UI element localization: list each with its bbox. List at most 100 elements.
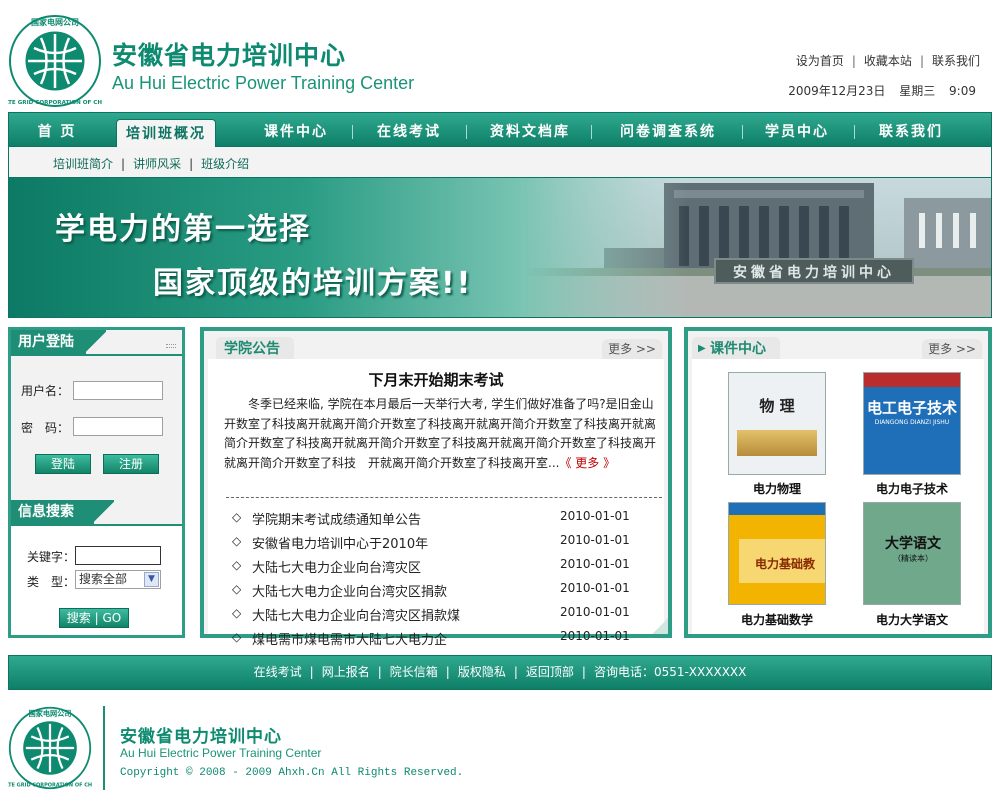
footer-phone: 咨询电话：0551-XXXXXXX [593,665,747,679]
contact-link[interactable]: 联系我们 [932,54,980,68]
type-select-value: 搜索全部 [79,572,128,586]
subnav-class-intro[interactable]: 培训班简介 [53,157,113,171]
username-input[interactable] [73,381,163,400]
footer-back-to-top[interactable]: 返回顶部 [526,665,574,679]
sub-nav: 培训班简介 | 讲师风采 | 班级介绍 [8,147,992,177]
footer-divider [103,706,105,790]
password-label: 密 码： [21,421,70,435]
news-date: 2010-01-01 [560,605,630,619]
search-title: 信息搜索 [11,500,94,524]
nav-separator [854,125,855,139]
svg-text:国家电网公司: 国家电网公司 [31,17,79,27]
set-homepage-link[interactable]: 设为首页 [796,54,844,68]
footer-online-exam[interactable]: 在线考试 [254,665,302,679]
course-more-link[interactable]: 更多 >> [922,339,982,359]
nav-document-library[interactable]: 资料文档库 [475,113,585,148]
notice-body-more-link[interactable]: 《 更多 》 [559,456,615,470]
news-item[interactable]: ◇ 大陆七大电力企业向台湾灾区 2010-01-01 [232,557,632,577]
type-select[interactable]: 搜索全部 ▼ [75,570,161,589]
nav-courseware[interactable]: 课件中心 [249,113,343,148]
book-caption[interactable]: 电力基础数学 [717,611,837,628]
bookmark-link[interactable]: 收藏本站 [864,54,912,68]
notice-content: 下月末开始期末考试 冬季已经来临, 学院在本月最后一天举行大考, 学生们做好准备… [208,359,664,648]
campus-photo [524,178,991,317]
footer-register[interactable]: 网上报名 [322,665,370,679]
nav-student-center[interactable]: 学员中心 [749,113,845,148]
svg-text:国家电网公司: 国家电网公司 [29,709,72,718]
register-button[interactable]: 注册 [103,454,159,474]
book-caption[interactable]: 电力大学语文 [852,611,972,628]
notice-more-link[interactable]: 更多 >> [602,339,662,359]
nav-survey-system[interactable]: 问卷调查系统 [599,113,737,148]
footer-links: 在线考试 | 网上报名 | 院长信箱 | 版权隐私 | 返回顶部 | 咨询电话：0551-XXXXX… [8,655,992,690]
decor-dots [166,344,176,348]
notice-panel: 学院公告 更多 >> 下月末开始期末考试 冬季已经来临, 学院在本月最后一天举行… [200,327,672,648]
site-title-en: Au Hui Electric Power Training Center [112,73,415,93]
nav-contact-us[interactable]: 联系我们 [861,113,961,148]
book-caption[interactable]: 电力电子技术 [852,480,972,497]
news-title[interactable]: 大陆七大电力企业向台湾灾区捐款 [252,581,447,600]
book-cover-electronics[interactable]: 电工电子技术 DIANGONG DIANZI JISHU [863,372,961,475]
hero-banner: 安徽省电力培训中心 学电力的第一选择 国家顶级的培训方案!! [8,177,992,318]
footer-title-en: Au Hui Electric Power Training Center [120,746,322,760]
banner-slogan-2: 国家顶级的培训方案!! [153,266,473,301]
book-cover-title: 电工电子技术 [866,399,957,417]
notice-tab[interactable]: 学院公告 [216,337,294,359]
date-time: 2009年12月23日 星期三 9:09 [788,82,976,99]
notice-headline[interactable]: 下月末开始期末考试 [208,369,664,390]
course-panel: ▶ 课件中心 更多 >> 物 理 电力物理 电工电子技术 DIANGONG DI… [684,327,992,638]
footer-privacy[interactable]: 版权隐私 [458,665,506,679]
keyword-input[interactable] [75,546,161,565]
book-cover-chinese[interactable]: 大学语文 （精读本） [863,502,961,605]
book-cover-title: 物 理 [759,397,795,415]
banner-slogan-1: 学电力的第一选择 [55,212,311,247]
triangle-right-icon: ▶ [698,343,706,354]
center-sign: 安徽省电力培训中心 [714,258,914,284]
top-links: 设为首页 | 收藏本站 | 联系我们 [795,54,980,68]
news-date: 2010-01-01 [560,509,630,523]
news-title[interactable]: 大陆七大电力企业向台湾灾区捐款煤 [252,605,460,624]
nav-separator [466,125,467,139]
nav-online-exam[interactable]: 在线考试 [361,113,457,148]
header: 国家电网公司 STATE GRID CORPORATION OF CHINA 安… [0,0,1002,112]
login-title: 用户登陆 [11,330,86,354]
username-label: 用户名： [21,384,70,398]
news-date: 2010-01-01 [560,557,630,571]
diamond-icon: ◇ [232,582,242,596]
search-form: 关键字： 类 型： 搜索全部 ▼ 搜索 | GO [11,526,182,635]
news-item[interactable]: ◇ 大陆七大电力企业向台湾灾区捐款 2010-01-01 [232,581,632,601]
current-time: 9:09 [949,84,976,98]
password-input[interactable] [73,417,163,436]
news-title[interactable]: 煤电需市煤电需市大陆七大电力企 [252,629,447,648]
news-item[interactable]: ◇ 学院期末考试成绩通知单公告 2010-01-01 [232,509,632,529]
news-date: 2010-01-01 [560,581,630,595]
state-grid-logo-footer: 国家电网公司 STATE GRID CORPORATION OF CHINA [8,706,92,790]
subnav-lecturers[interactable]: 讲师风采 [133,157,181,171]
chevron-down-icon[interactable]: ▼ [144,572,159,587]
nav-home[interactable]: 首 页 [19,113,95,148]
login-button[interactable]: 登陆 [35,454,91,474]
footer-president-mailbox[interactable]: 院长信箱 [390,665,438,679]
course-tab[interactable]: ▶ 课件中心 [692,337,780,359]
diamond-icon: ◇ [232,558,242,572]
book-cover-title: 大学语文 [885,536,941,552]
site-title: 安徽省电力培训中心 [112,41,347,70]
diamond-icon: ◇ [232,534,242,548]
corner-decor [652,618,668,634]
news-title[interactable]: 安徽省电力培训中心于2010年 [252,533,428,552]
news-item[interactable]: ◇ 安徽省电力培训中心于2010年 2010-01-01 [232,533,632,553]
news-title[interactable]: 大陆七大电力企业向台湾灾区 [252,557,421,576]
news-item[interactable]: ◇ 煤电需市煤电需市大陆七大电力企 2010-01-01 [232,629,632,649]
news-title[interactable]: 学院期末考试成绩通知单公告 [252,509,421,528]
book-cover-subtitle: （精读本） [893,554,933,563]
book-cover-math[interactable]: 电力基础教 [728,502,826,605]
search-button[interactable]: 搜索 | GO [59,608,129,628]
diamond-icon: ◇ [232,606,242,620]
news-date: 2010-01-01 [560,533,630,547]
news-item[interactable]: ◇ 大陆七大电力企业向台湾灾区捐款煤 2010-01-01 [232,605,632,625]
current-weekday: 星期三 [899,84,936,98]
book-cover-physics[interactable]: 物 理 [728,372,826,475]
nav-training-overview[interactable]: 培训班概况 [116,119,216,148]
book-caption[interactable]: 电力物理 [717,480,837,497]
subnav-class-info[interactable]: 班级介绍 [201,157,249,171]
